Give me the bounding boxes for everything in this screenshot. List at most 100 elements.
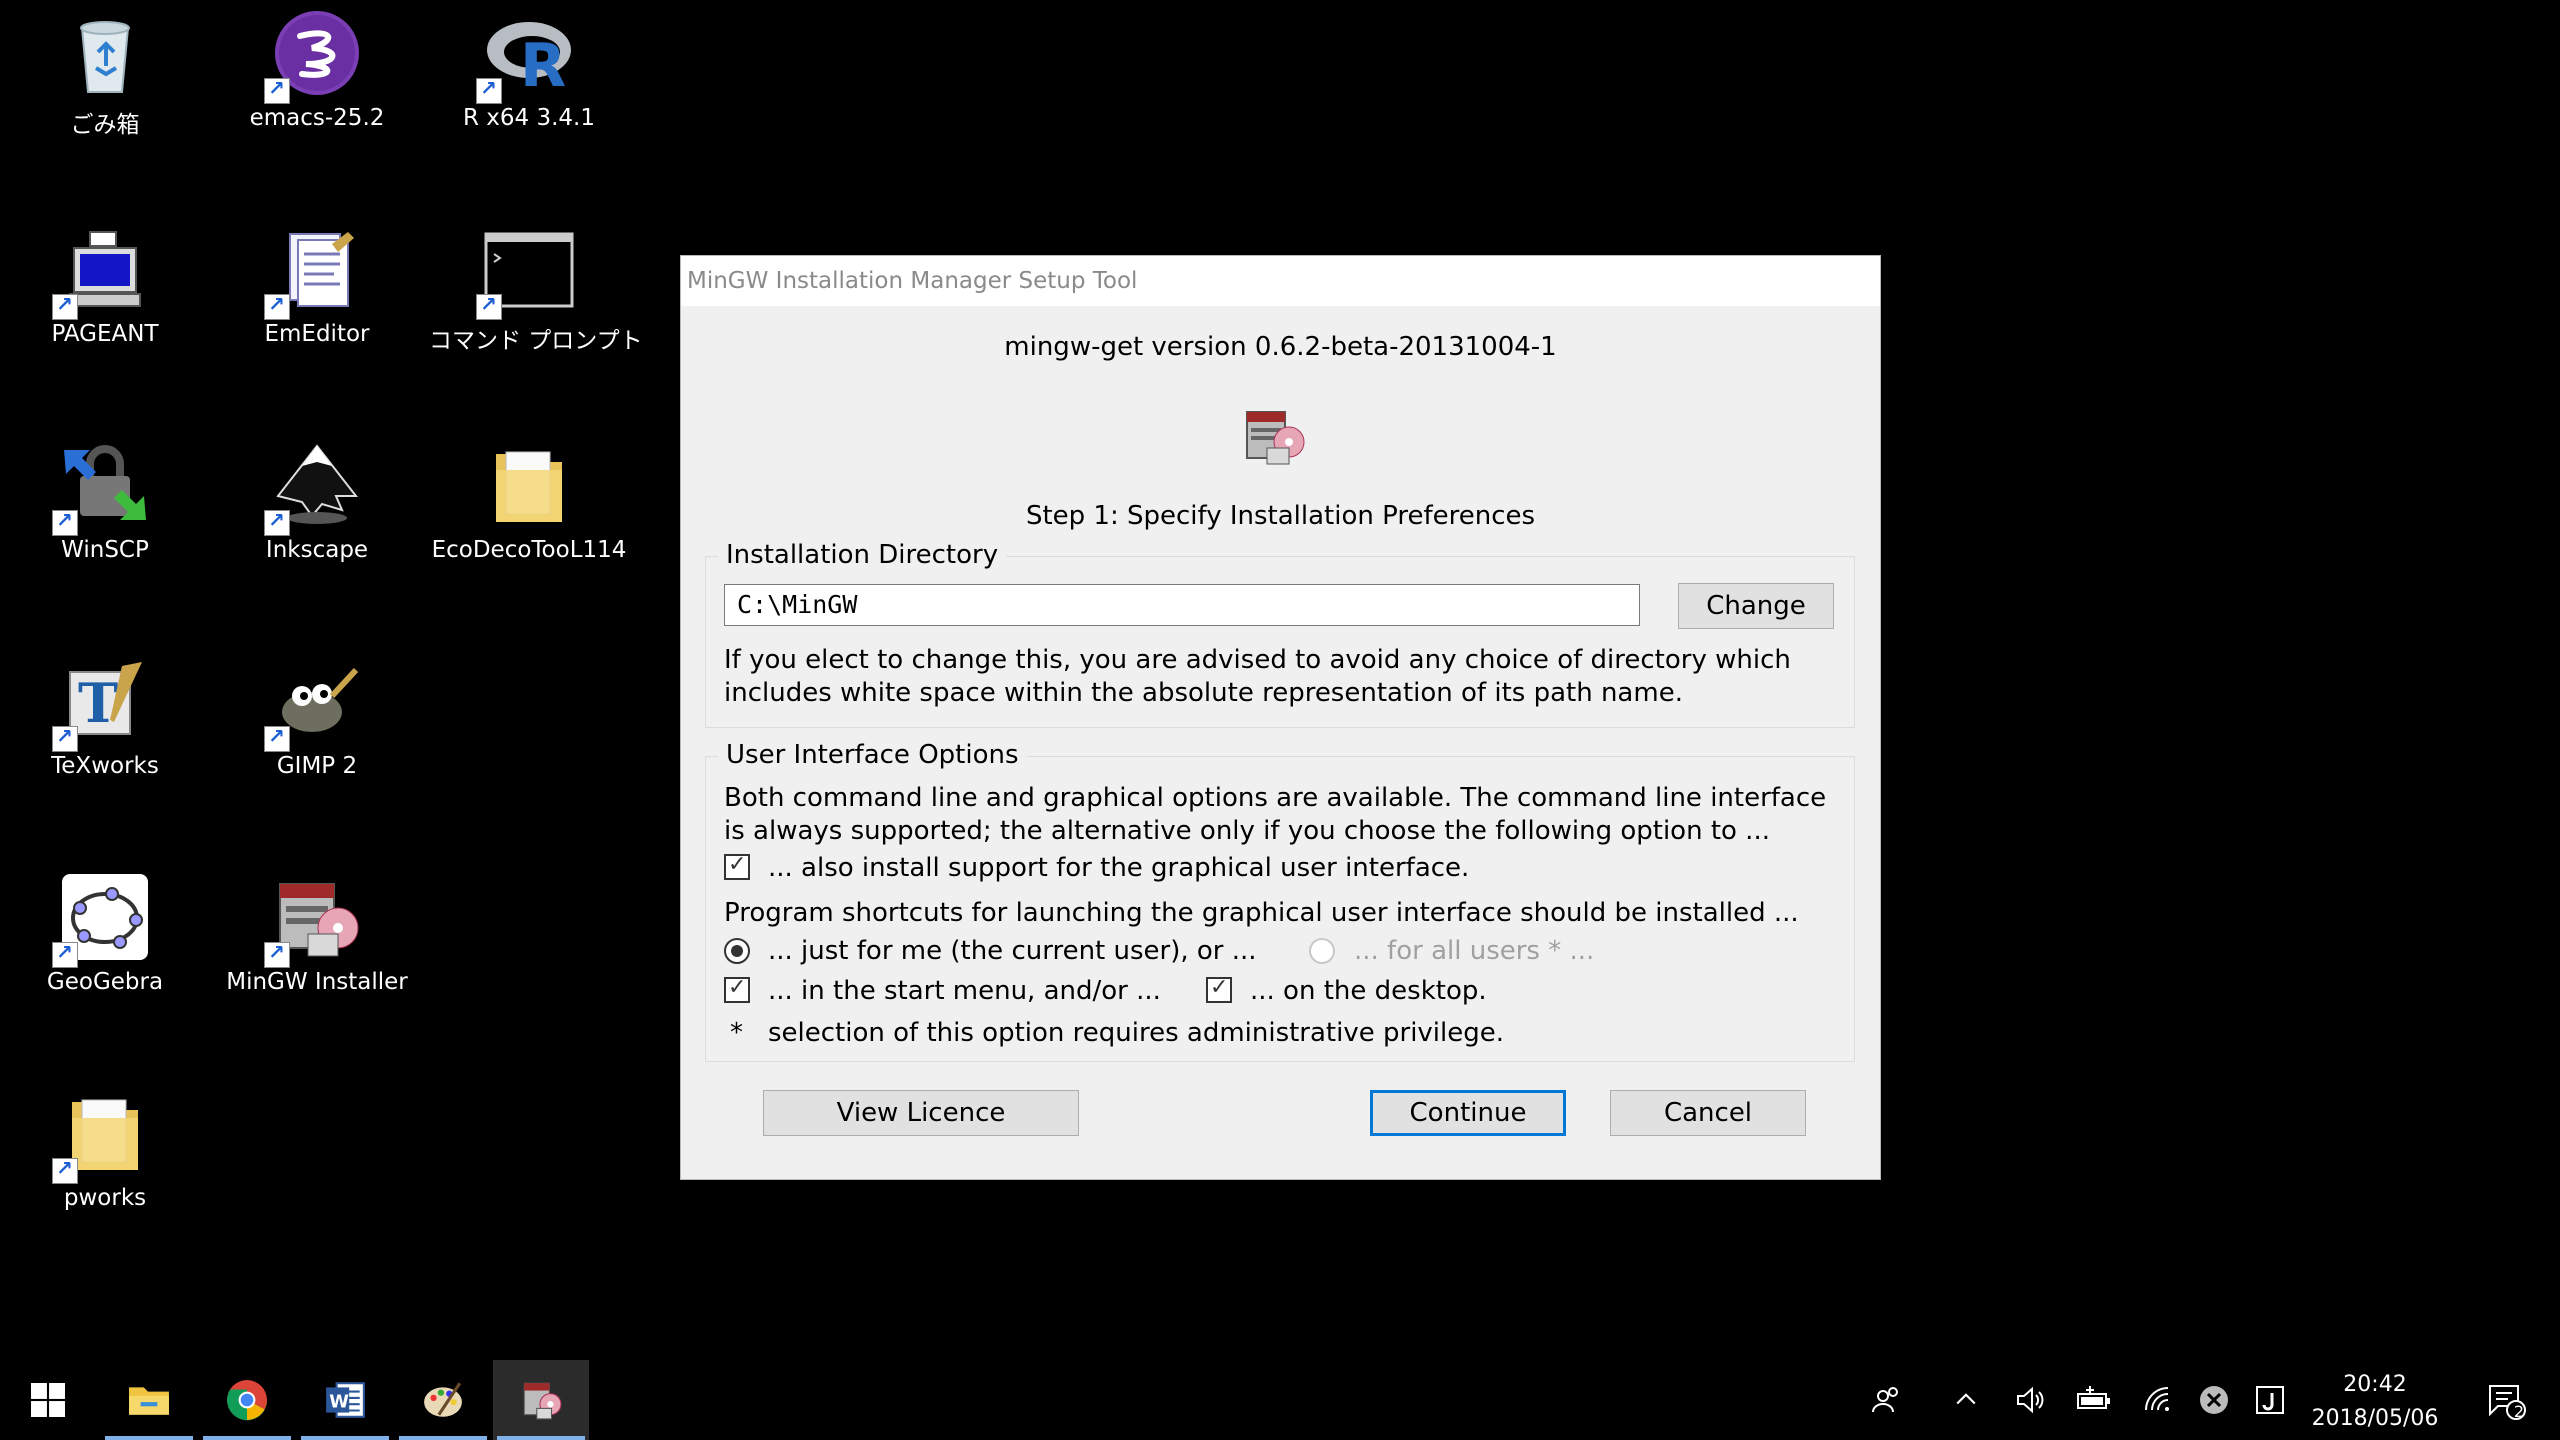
mingw-logo-icon [1241,404,1307,470]
gui-support-checkbox[interactable] [724,852,750,880]
change-button[interactable]: Change [1678,583,1834,629]
folder-icon [484,440,574,530]
shortcuts-intro: Program shortcuts for launching the grap… [724,898,1799,928]
all-users-label: ... for all users * ... [1354,936,1595,966]
shortcut-arrow-icon [264,940,290,968]
desktop-icon-pworks[interactable]: pworks [5,1080,205,1280]
installation-directory-input[interactable]: C:\MinGW [724,584,1640,626]
desktop-icon-label: GIMP 2 [276,753,358,779]
desktop-icon-ecodecotool[interactable]: EcoDecoTooL114 [429,432,629,632]
dialog-title[interactable]: MinGW Installation Manager Setup Tool [681,256,1880,306]
shortcut-arrow-icon [52,940,78,968]
start-menu-checkbox[interactable] [724,975,750,1003]
desktop-icon-inkscape[interactable]: Inkscape [217,432,417,632]
note-asterisk: * [730,1018,743,1048]
shortcut-arrow-icon [264,724,290,752]
desktop-icon-label: emacs-25.2 [249,105,385,131]
svg-text:R: R [520,31,566,98]
desktop-icon-recycle-bin[interactable]: ごみ箱 [5,0,205,200]
pageant-icon [52,224,150,320]
installation-directory-group: Installation Directory C:\MinGW Change I… [705,540,1855,728]
desktop-shortcut-checkbox[interactable] [1206,975,1232,1003]
group-title: Installation Directory [718,540,1007,570]
clock-date: 2018/05/06 [2311,1406,2439,1431]
volume-icon[interactable] [2002,1360,2058,1440]
emeditor-icon [264,224,362,320]
taskbar: W 20:42 2018/05/06 2 [0,1360,2560,1440]
chevron-up-icon[interactable] [1938,1360,1994,1440]
desktop-icon-label: EcoDecoTooL114 [431,537,627,563]
shortcut-arrow-icon [52,1156,78,1184]
paint-palette-icon [424,1382,462,1417]
clock-time: 20:42 [2343,1372,2407,1397]
notification-count-badge: 2 [2513,1402,2525,1421]
ui-description-line2: is always supported; the alternative onl… [724,816,1770,846]
ime-icon[interactable] [2242,1360,2298,1440]
desktop-shortcut-label: ... on the desktop. [1250,976,1487,1006]
desktop-icon-label: Inkscape [265,537,369,563]
winscp-icon [52,440,150,536]
advice-text-line1: If you elect to change this, you are adv… [724,645,1791,675]
shortcut-arrow-icon [476,76,502,104]
desktop-icon-emacs[interactable]: emacs-25.2 [217,0,417,200]
chrome-icon [227,1380,267,1421]
desktop-icon-label: コマンド プロンプト [429,328,643,354]
desktop-icon-label: MinGW Installer [226,969,408,995]
all-users-radio[interactable] [1309,938,1335,964]
group-title: User Interface Options [718,740,1027,770]
shortcut-arrow-icon [52,508,78,536]
terminal-icon [476,224,574,320]
action-center-icon[interactable]: 2 [2478,1360,2534,1440]
close-circle-icon[interactable] [2186,1360,2242,1440]
desktop-icon-label: TeXworks [51,753,159,779]
cancel-button[interactable]: Cancel [1610,1090,1806,1136]
taskbar-clock[interactable]: 20:42 2018/05/06 [2300,1368,2450,1436]
user-interface-options-group: User Interface Options Both command line… [705,740,1855,1062]
desktop-icon-texworks[interactable]: T TeXworks [5,648,205,848]
desktop-icon-label: WinSCP [61,537,149,563]
shortcut-arrow-icon [52,292,78,320]
taskbar-file-explorer[interactable] [101,1360,197,1440]
mingw-installer-icon [264,872,362,968]
word-icon: W [326,1382,365,1418]
windows-logo-icon [31,1383,65,1417]
admin-privilege-note: selection of this option requires admini… [768,1018,1505,1048]
mingw-installer-icon [523,1382,562,1420]
desktop-icon-geogebra[interactable]: GeoGebra [5,864,205,1064]
desktop-icon-label: EmEditor [264,321,370,347]
desktop-icon-r[interactable]: R R x64 3.4.1 [429,0,629,200]
gimp-icon [264,656,362,752]
wifi-icon[interactable] [2130,1360,2186,1440]
just-for-me-label: ... just for me (the current user), or .… [768,936,1257,966]
people-icon[interactable] [1858,1360,1914,1440]
shortcut-arrow-icon [264,292,290,320]
just-for-me-radio[interactable] [724,938,750,964]
shortcut-arrow-icon [264,508,290,536]
desktop-icon-pageant[interactable]: PAGEANT [5,216,205,416]
start-menu-label: ... in the start menu, and/or ... [768,976,1161,1006]
r-logo-icon: R [476,8,574,104]
desktop-icon-mingw-installer[interactable]: MinGW Installer [217,864,417,1064]
battery-icon[interactable] [2066,1360,2122,1440]
taskbar-paint[interactable] [395,1360,491,1440]
continue-button[interactable]: Continue [1370,1090,1566,1136]
desktop-icon-command-prompt[interactable]: コマンド プロンプト [429,216,643,416]
desktop-icon-gimp[interactable]: GIMP 2 [217,648,417,848]
folder-icon [52,1088,150,1184]
desktop-icon-emeditor[interactable]: EmEditor [217,216,417,416]
taskbar-word[interactable]: W [297,1360,393,1440]
recycle-bin-icon [60,8,150,98]
ui-description-line1: Both command line and graphical options … [724,783,1827,813]
texworks-icon: T [52,656,150,752]
desktop-icon-label: pworks [63,1185,147,1211]
view-licence-button[interactable]: View Licence [763,1090,1079,1136]
start-button[interactable] [0,1360,96,1440]
folder-icon [129,1387,169,1415]
taskbar-mingw-installer[interactable] [493,1360,589,1440]
shortcut-arrow-icon [52,724,78,752]
desktop-icon-winscp[interactable]: WinSCP [5,432,205,632]
taskbar-chrome[interactable] [199,1360,295,1440]
gui-support-label: ... also install support for the graphic… [768,853,1470,883]
emacs-icon [264,8,362,104]
svg-text:W: W [329,1391,349,1412]
